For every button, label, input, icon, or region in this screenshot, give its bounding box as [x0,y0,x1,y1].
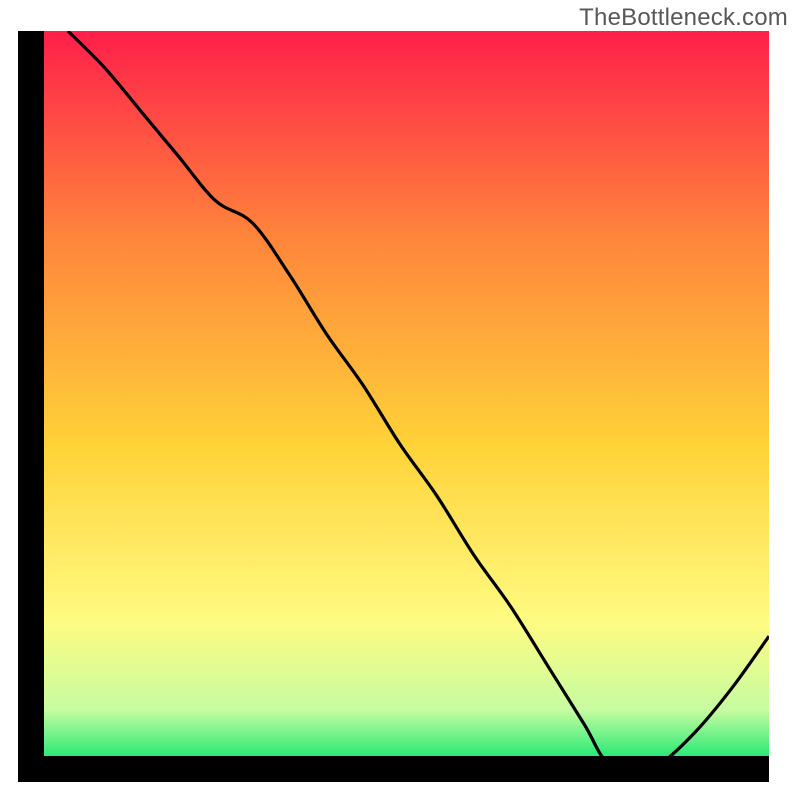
watermark-text: TheBottleneck.com [579,4,788,32]
chart-container: TheBottleneck.com [0,0,800,800]
plot-background [31,31,769,769]
chart-svg [0,0,800,800]
